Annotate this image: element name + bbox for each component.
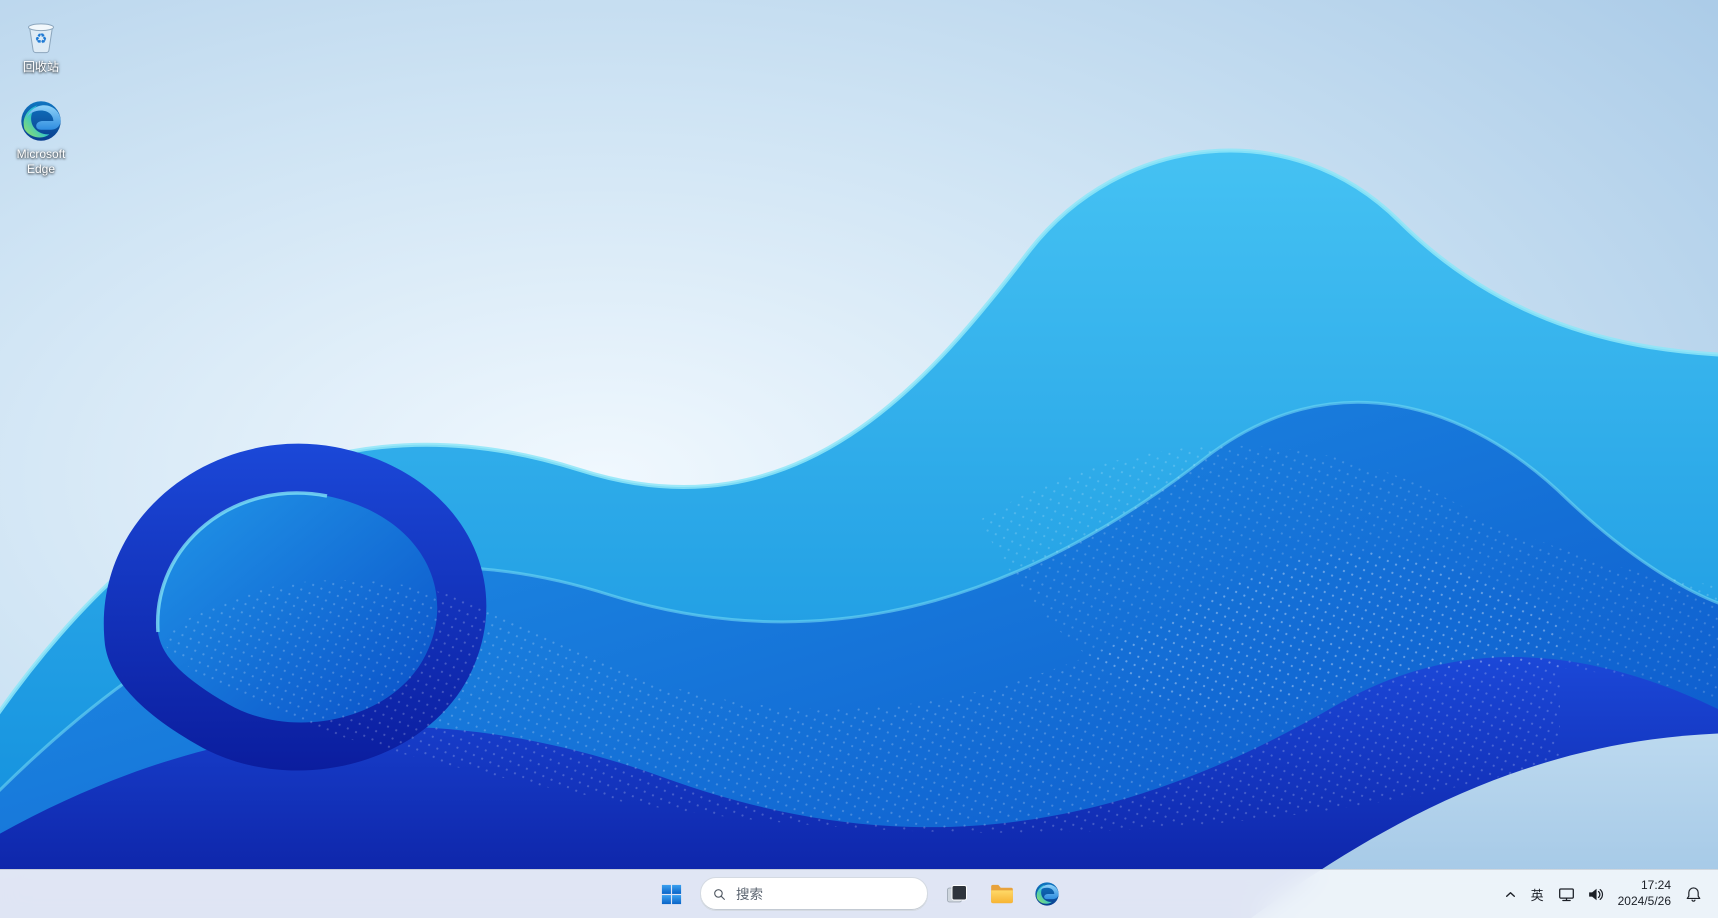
clock-date: 2024/5/26 [1617,894,1671,908]
taskbar: 英 17:24 2024/5/26 [0,869,1718,918]
chevron-up-icon [1505,891,1515,897]
windows-desktop: ♻ 回收站 [0,0,1718,918]
file-explorer-button[interactable] [982,874,1022,914]
recycle-bin-icon [21,10,61,56]
notification-center-button[interactable] [1679,874,1708,914]
overlapping-squares-icon [947,885,967,903]
taskbar-center-group [651,870,1067,918]
ethernet-icon [1558,887,1574,901]
desktop-icon-microsoft-edge[interactable]: Microsoft Edge [2,93,80,181]
ime-language-label: 英 [1530,887,1544,903]
clock[interactable]: 17:24 2024/5/26 [1610,874,1679,914]
taskbar-search[interactable] [700,877,928,911]
clock-time: 17:24 [1640,878,1671,893]
start-button[interactable] [651,874,691,914]
recycle-bin-label: 回收站 [22,60,59,74]
task-view-button[interactable] [937,874,977,914]
volume-button[interactable] [1581,874,1610,914]
edge-icon [19,97,63,143]
system-tray: 英 17:24 2024/5/26 [1498,870,1718,918]
ime-language-indicator[interactable]: 英 [1523,874,1552,914]
edge-taskbar-button[interactable] [1027,874,1067,914]
bell-icon [1686,886,1701,902]
desktop-icon-recycle-bin[interactable]: 回收站 [2,6,80,79]
bloom-wallpaper [0,0,1718,918]
edge-label: Microsoft Edge [16,147,66,176]
desktop-icon-area: 回收站 Microsoft Edge [2,6,80,181]
speaker-icon [1588,888,1603,900]
network-button[interactable] [1552,874,1581,914]
edge-icon [1034,881,1060,907]
search-input[interactable] [734,885,915,903]
folder-icon [991,884,1013,904]
hidden-icons-button[interactable] [1498,874,1523,914]
windows-logo-icon [661,884,681,904]
magnifier-icon [714,888,725,900]
